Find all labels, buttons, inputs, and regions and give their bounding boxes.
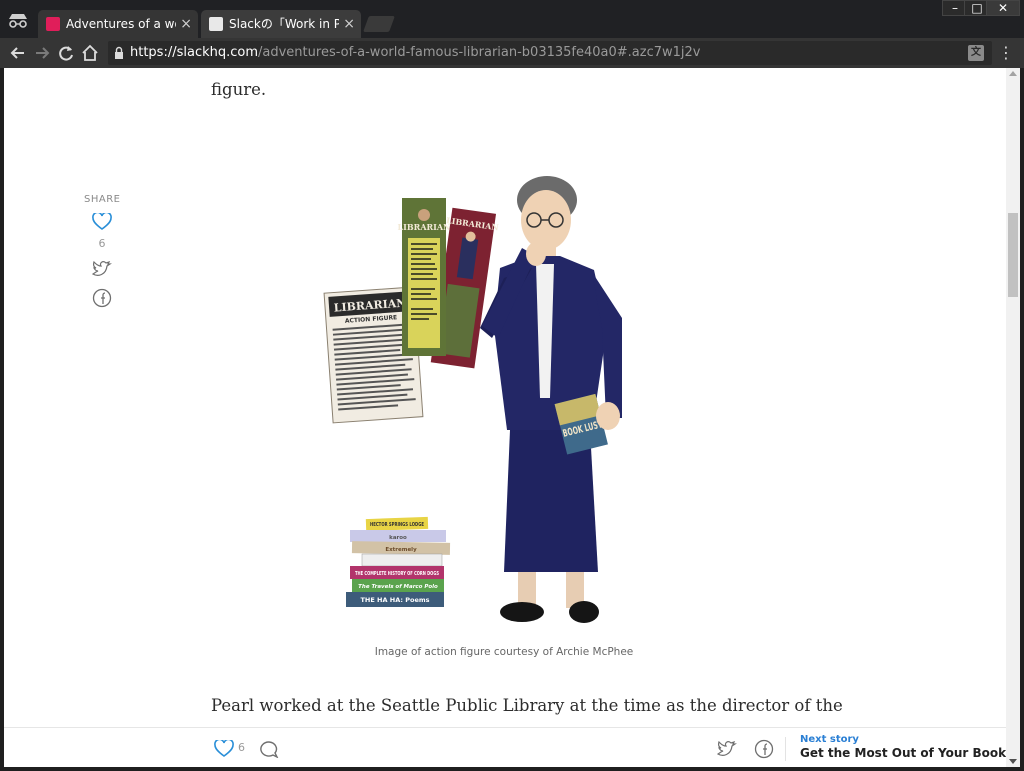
scroll-up-arrow-icon[interactable] [1009, 71, 1017, 76]
share-rail: SHARE 6 [84, 194, 120, 308]
next-story-title[interactable]: Get the Most Out of Your Books ... [800, 746, 1006, 760]
book-spine: karoo [389, 535, 407, 541]
browser-toolbar: https://slackhq.com/adventures-of-a-worl… [0, 38, 1024, 68]
url-path: /adventures-of-a-world-famous-librarian-… [258, 45, 701, 60]
url-host: https://slackhq.com [130, 45, 259, 60]
bottom-action-bar: 6 Next story Get the Most Out of Your Bo… [4, 727, 1006, 767]
tab-strip: Adventures of a world-famous librarian ×… [0, 0, 1024, 38]
librarian-action-figure-image: LIBRARIAN ACTION FIGURE LIBRARIAN LIBRAR… [323, 176, 622, 623]
next-story-label[interactable]: Next story [800, 734, 859, 745]
scrollbar-thumb[interactable] [1008, 213, 1018, 297]
heart-icon[interactable] [214, 740, 234, 758]
share-count: 6 [98, 237, 106, 250]
new-tab-button[interactable] [363, 16, 395, 32]
scroll-down-arrow-icon[interactable] [1009, 759, 1017, 764]
article-paragraph-end: figure. [211, 80, 267, 99]
divider [785, 737, 786, 761]
tab-title: Slackの「Work in Progress」 [229, 17, 339, 31]
incognito-icon [9, 14, 27, 28]
address-bar[interactable]: https://slackhq.com/adventures-of-a-worl… [108, 41, 992, 65]
twitter-icon[interactable] [717, 740, 737, 758]
share-label: SHARE [84, 194, 121, 205]
book-stack: HECTOR SPRINGS LODGE karoo Extremely THE… [346, 516, 451, 607]
tab-close-icon[interactable]: × [180, 10, 192, 38]
facebook-icon[interactable] [754, 739, 774, 759]
back-arrow-icon[interactable] [8, 43, 28, 63]
page-content: figure. SHARE 6 LIBRARIAN ACTION FIGURE [4, 68, 1006, 767]
book-spine: Extremely [385, 547, 417, 553]
tab-adventures[interactable]: Adventures of a world-famous librarian × [38, 10, 198, 38]
tab-close-icon[interactable]: × [343, 10, 355, 38]
reload-icon[interactable] [56, 43, 76, 63]
tab-title: Adventures of a world-famous librarian [66, 17, 176, 31]
comment-icon[interactable] [259, 740, 279, 758]
tab-slack-work-in-progress[interactable]: Slackの「Work in Progress」 × [201, 10, 361, 38]
home-icon[interactable] [80, 43, 100, 63]
apple-favicon-icon [209, 17, 223, 31]
article-paragraph: Pearl worked at the Seattle Public Libra… [211, 696, 843, 715]
book-spine: HECTOR SPRINGS LODGE [370, 522, 424, 528]
forward-arrow-icon[interactable] [32, 43, 52, 63]
book-spine: THE HA HA: Poems [360, 596, 429, 604]
bookmark-title: LIBRARIAN [398, 222, 451, 232]
twitter-icon[interactable] [92, 260, 112, 278]
page-scrollbar[interactable] [1006, 68, 1020, 767]
lock-icon [115, 46, 123, 59]
book-spine: The Travels of Marco Polo [358, 584, 438, 590]
url-text: https://slackhq.com/adventures-of-a-worl… [130, 41, 700, 65]
book-spine: THE COMPLETE HISTORY OF CORN DOGS [355, 571, 439, 577]
translate-icon[interactable]: 文 [968, 45, 984, 61]
facebook-icon[interactable] [92, 288, 112, 308]
heart-icon[interactable] [92, 213, 112, 231]
window-close-button[interactable]: ✕ [986, 0, 1020, 16]
action-figure: BOOK LUST [480, 176, 622, 623]
slack-favicon-icon [46, 17, 60, 31]
like-count: 6 [238, 741, 245, 754]
green-bookmark: LIBRARIAN [398, 198, 451, 356]
image-caption: Image of action figure courtesy of Archi… [374, 646, 634, 658]
browser-menu-icon[interactable]: ⋮ [998, 43, 1014, 63]
